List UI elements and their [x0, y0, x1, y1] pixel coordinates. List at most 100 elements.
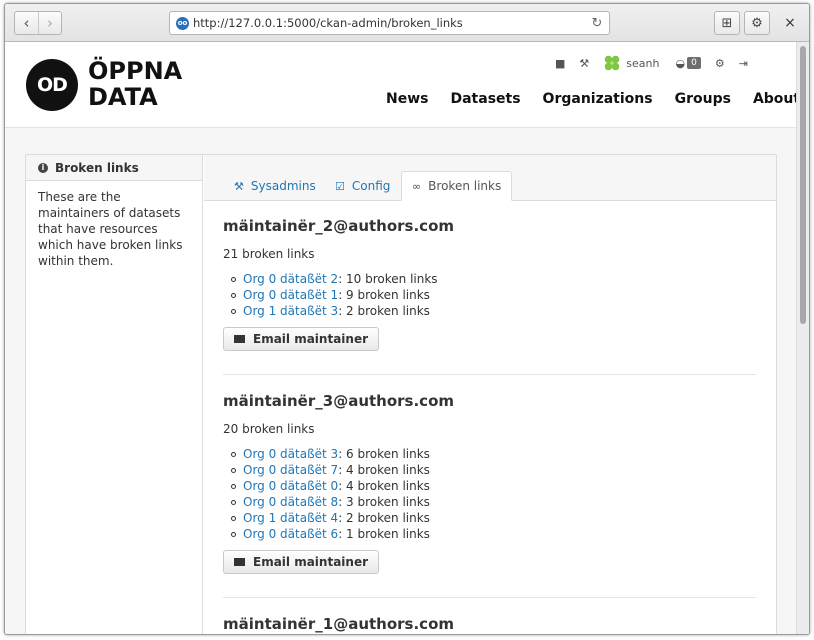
- nav-item-organizations[interactable]: Organizations: [543, 91, 653, 107]
- bullet-icon: [231, 451, 236, 457]
- list-item: Org 0 dätaßët 3: 6 broken links: [223, 446, 756, 462]
- list-item: Org 0 dätaßët 1: 9 broken links: [223, 287, 756, 303]
- list-item: Org 0 dätaßët 8: 3 broken links: [223, 494, 756, 510]
- chevron-left-icon: ‹: [23, 14, 30, 32]
- bullet-icon: [231, 467, 236, 473]
- page-viewport: OD ÖPPNA DATA ■ ⚒ seanh ◒ 0 ⚙ ⇥ News Dat…: [5, 42, 809, 634]
- username-link[interactable]: seanh: [626, 57, 659, 70]
- dataset-link[interactable]: Org 0 dätaßët 8: [243, 494, 338, 510]
- url-text[interactable]: http://127.0.0.1:5000/ckan-admin/broken_…: [193, 16, 463, 30]
- sidebar-title: Broken links: [55, 160, 139, 175]
- logo-line-2: DATA: [88, 83, 158, 111]
- browser-toolbar: ‹ › oo http://127.0.0.1:5000/ckan-admin/…: [5, 4, 809, 42]
- tab-label: Sysadmins: [250, 179, 316, 193]
- address-bar[interactable]: oo http://127.0.0.1:5000/ckan-admin/brok…: [169, 11, 610, 35]
- bullet-icon: [231, 515, 236, 521]
- dataset-link[interactable]: Org 1 dätaßët 4: [243, 510, 338, 526]
- tab-config[interactable]: ☑ Config: [325, 171, 400, 201]
- dataset-broken-count: : 1 broken links: [338, 527, 430, 541]
- site-logo-text[interactable]: ÖPPNA DATA: [88, 58, 182, 110]
- dataset-link[interactable]: Org 0 dätaßët 1: [243, 287, 338, 303]
- tab-label: Config: [351, 179, 391, 193]
- vertical-scrollbar[interactable]: [796, 42, 809, 634]
- dataset-broken-count: : 2 broken links: [338, 511, 430, 525]
- dataset-link[interactable]: Org 0 dätaßët 7: [243, 462, 338, 478]
- dataset-link[interactable]: Org 0 dätaßët 3: [243, 446, 338, 462]
- avatar[interactable]: [603, 54, 622, 72]
- divider: [223, 374, 756, 375]
- maintainer-section: mäintainër_3@authors.com 20 broken links…: [223, 392, 756, 574]
- dataset-broken-count: : 10 broken links: [338, 272, 438, 286]
- email-maintainer-button[interactable]: Email maintainer: [223, 327, 380, 351]
- check-square-icon: ☑: [335, 179, 345, 193]
- document-icon[interactable]: ■: [555, 57, 565, 70]
- close-window-button[interactable]: ×: [780, 13, 800, 33]
- chevron-right-icon: ›: [46, 14, 53, 32]
- bullet-icon: [231, 499, 236, 505]
- maintainer-section: mäintainër_2@authors.com 21 broken links…: [223, 217, 756, 351]
- browser-window: ‹ › oo http://127.0.0.1:5000/ckan-admin/…: [4, 3, 810, 635]
- dataset-broken-count: : 6 broken links: [338, 447, 430, 461]
- settings-button[interactable]: ⚙: [744, 11, 770, 35]
- nav-item-news[interactable]: News: [386, 91, 428, 107]
- bullet-icon: [231, 308, 236, 314]
- list-item: Org 1 dätaßët 3: 2 broken links: [223, 303, 756, 319]
- hammer-icon[interactable]: ⚒: [579, 57, 589, 70]
- dataset-broken-count: : 9 broken links: [338, 288, 430, 302]
- dataset-broken-count: : 4 broken links: [338, 463, 430, 477]
- list-item: Org 0 dätaßët 0: 4 broken links: [223, 478, 756, 494]
- maintainer-email: mäintainër_3@authors.com: [223, 392, 454, 410]
- maintainer-email: mäintainër_2@authors.com: [223, 217, 454, 235]
- dashboard-icon[interactable]: ◒: [675, 57, 685, 70]
- nav-item-groups[interactable]: Groups: [675, 91, 731, 107]
- sign-out-icon[interactable]: ⇥: [739, 57, 748, 70]
- tab-sysadmins[interactable]: ⚒ Sysadmins: [224, 171, 326, 201]
- nav-item-datasets[interactable]: Datasets: [450, 91, 520, 107]
- bullet-icon: [231, 276, 236, 282]
- nav-item-about[interactable]: About: [753, 91, 800, 107]
- maintainer-section: mäintainër_1@authors.com: [223, 615, 756, 634]
- bullet-icon: [231, 292, 236, 298]
- new-tab-button[interactable]: ⊞: [714, 11, 740, 35]
- reload-button[interactable]: ↻: [585, 12, 609, 34]
- tab-broken-links[interactable]: ∞ Broken links: [401, 171, 513, 201]
- list-item: Org 0 dätaßët 6: 1 broken links: [223, 526, 756, 542]
- logo-mark-text: OD: [37, 74, 68, 96]
- dataset-broken-count: : 2 broken links: [338, 304, 430, 318]
- activity-count-badge[interactable]: 0: [687, 57, 701, 69]
- list-item: Org 0 dätaßët 7: 4 broken links: [223, 462, 756, 478]
- scrollbar-thumb[interactable]: [800, 46, 806, 324]
- dataset-list: Org 0 dätaßët 3: 6 broken links Org 0 dä…: [223, 446, 756, 542]
- back-button[interactable]: ‹: [15, 12, 38, 34]
- dataset-link[interactable]: Org 0 dätaßët 0: [243, 478, 338, 494]
- maintainer-email: mäintainër_1@authors.com: [223, 615, 454, 633]
- list-item: Org 0 dätaßët 2: 10 broken links: [223, 271, 756, 287]
- email-maintainer-button[interactable]: Email maintainer: [223, 550, 380, 574]
- main-content: i Broken links These are the maintainers…: [25, 154, 777, 634]
- email-button-label: Email maintainer: [253, 332, 369, 346]
- dataset-link[interactable]: Org 0 dätaßët 6: [243, 526, 338, 542]
- sidebar-description: These are the maintainers of datasets th…: [38, 190, 183, 268]
- gear-icon[interactable]: ⚙: [715, 57, 725, 70]
- account-bar: ■ ⚒ seanh ◒ 0 ⚙ ⇥: [555, 54, 762, 72]
- dataset-link[interactable]: Org 0 dätaßët 2: [243, 271, 338, 287]
- sidebar: i Broken links These are the maintainers…: [26, 155, 203, 634]
- dataset-link[interactable]: Org 1 dätaßët 3: [243, 303, 338, 319]
- envelope-icon: [234, 335, 245, 343]
- forward-button[interactable]: ›: [37, 12, 61, 34]
- primary-panel: ⚒ Sysadmins ☑ Config ∞ Broken links mäin…: [204, 155, 776, 634]
- bullet-icon: [231, 531, 236, 537]
- site-header: OD ÖPPNA DATA ■ ⚒ seanh ◒ 0 ⚙ ⇥ News Dat…: [5, 42, 800, 128]
- bullet-icon: [231, 483, 236, 489]
- sidebar-header: i Broken links: [26, 155, 202, 181]
- envelope-icon: [234, 558, 245, 566]
- logo-line-1: ÖPPNA: [88, 57, 183, 85]
- main-nav: News Datasets Organizations Groups About: [386, 91, 809, 107]
- link-icon: ∞: [412, 179, 422, 193]
- new-tab-icon: ⊞: [721, 15, 733, 31]
- logo-icon[interactable]: OD: [26, 59, 78, 111]
- dataset-broken-count: : 4 broken links: [338, 479, 430, 493]
- broken-links-count: 21 broken links: [223, 247, 315, 261]
- broken-links-count: 20 broken links: [223, 422, 315, 436]
- info-icon: i: [38, 162, 48, 173]
